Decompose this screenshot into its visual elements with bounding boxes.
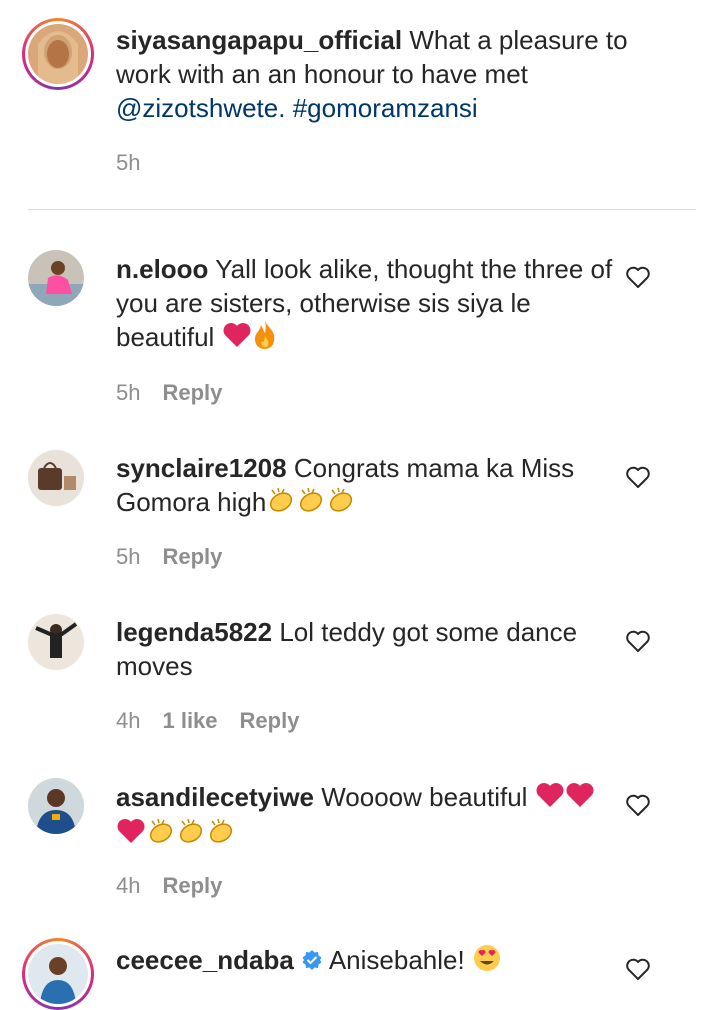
red-heart-emoji <box>565 782 595 816</box>
comment-text: asandilecetyiwe Woooow beautiful <box>116 780 616 853</box>
avatar[interactable] <box>28 778 84 834</box>
caption-meta: 5h <box>116 150 140 176</box>
comment-meta: 5h Reply <box>116 544 222 570</box>
like-heart-icon[interactable] <box>625 793 651 817</box>
comment-meta: 4h 1 like Reply <box>116 708 299 734</box>
caption-timestamp: 5h <box>116 150 141 175</box>
red-heart-emoji <box>535 782 565 816</box>
comment-body: Woooow beautiful <box>321 782 528 812</box>
avatar[interactable] <box>28 250 84 306</box>
caption-text: siyasangapapu_official What a pleasure t… <box>116 23 676 125</box>
like-heart-icon[interactable] <box>625 629 651 653</box>
caption-username[interactable]: siyasangapapu_official <box>116 25 402 55</box>
post-caption: siyasangapapu_official What a pleasure t… <box>0 0 720 210</box>
comment-username[interactable]: asandilecetyiwe <box>116 782 314 812</box>
comment-timestamp: 5h <box>116 380 141 405</box>
like-heart-icon[interactable] <box>625 957 651 981</box>
comment-text: legenda5822 Lol teddy got some dance mov… <box>116 615 616 683</box>
clap-emoji <box>266 486 296 522</box>
comment-timestamp: 5h <box>116 544 141 569</box>
like-heart-icon[interactable] <box>625 465 651 489</box>
clap-emoji <box>296 486 326 522</box>
comment-body: Anisebahle! <box>328 945 465 975</box>
fire-emoji <box>252 320 278 358</box>
comment-username[interactable]: synclaire1208 <box>116 453 287 483</box>
comment-text: synclaire1208 Congrats mama ka Miss Gomo… <box>116 451 616 522</box>
red-heart-emoji <box>116 818 146 852</box>
reply-button[interactable]: Reply <box>162 380 222 406</box>
comment-text: ceecee_ndaba Anisebahle! <box>116 943 616 981</box>
like-count[interactable]: 1 like <box>162 708 217 734</box>
avatar[interactable] <box>28 614 84 670</box>
reply-button[interactable]: Reply <box>162 873 222 899</box>
clap-emoji <box>146 817 176 853</box>
caption-divider <box>28 209 696 210</box>
reply-button[interactable]: Reply <box>240 708 300 734</box>
avatar-story-ring[interactable] <box>22 938 94 1010</box>
red-heart-emoji <box>222 322 252 356</box>
avatar <box>28 24 88 84</box>
comment-timestamp: 4h <box>116 708 141 733</box>
caption-avatar-story-ring[interactable] <box>22 18 94 90</box>
comment-meta: 4h Reply <box>116 873 222 899</box>
clap-emoji <box>206 817 236 853</box>
hashtag-link[interactable]: #gomoramzansi <box>293 93 478 123</box>
heart-eyes-emoji <box>472 943 502 981</box>
clap-emoji <box>326 486 356 522</box>
mention-link[interactable]: @zizotshwete. <box>116 93 285 123</box>
avatar[interactable] <box>28 450 84 506</box>
comment-meta: 5h Reply <box>116 380 222 406</box>
reply-button[interactable]: Reply <box>162 544 222 570</box>
comment-username[interactable]: legenda5822 <box>116 617 272 647</box>
verified-badge-icon <box>301 945 323 979</box>
comment-timestamp: 4h <box>116 873 141 898</box>
avatar <box>28 944 88 1004</box>
like-heart-icon[interactable] <box>625 265 651 289</box>
comment-text: n.elooo Yall look alike, thought the thr… <box>116 252 616 358</box>
comment-username[interactable]: n.elooo <box>116 254 208 284</box>
clap-emoji <box>176 817 206 853</box>
comment-username[interactable]: ceecee_ndaba <box>116 945 294 975</box>
